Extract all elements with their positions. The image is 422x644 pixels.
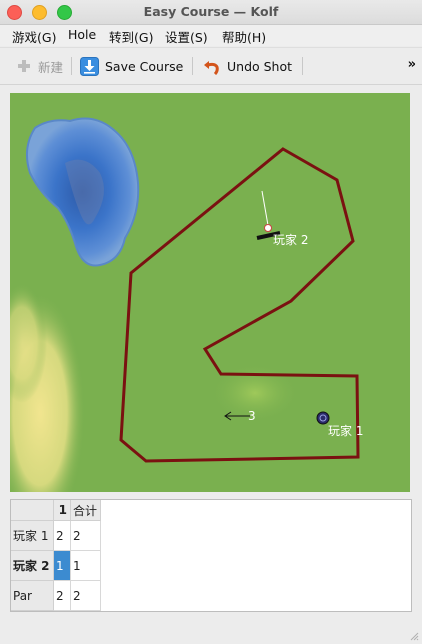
plus-icon <box>18 60 30 72</box>
score-table: 1 合计 玩家 1 2 2 玩家 2 1 1 Par 2 2 <box>10 499 412 612</box>
course-view[interactable]: 玩家 2 3 玩家 1 <box>10 93 410 492</box>
undo-shot-label: Undo Shot <box>227 58 293 74</box>
menu-bar: 游戏(G) Hole 转到(G) 设置(S) 帮助(H) <box>0 25 422 46</box>
new-button[interactable]: 新建 <box>16 55 63 77</box>
player-1-total[interactable]: 2 <box>71 521 101 551</box>
menu-go[interactable]: 转到(G) <box>109 27 153 46</box>
hole-1-header: 1 <box>54 500 71 521</box>
undo-shot-button[interactable]: Undo Shot <box>203 55 292 77</box>
toolbar-separator <box>71 57 72 75</box>
course-canvas: 玩家 2 3 玩家 1 <box>10 93 410 492</box>
total-header: 合计 <box>71 500 101 521</box>
player-2-total[interactable]: 1 <box>71 551 101 581</box>
title-bar: Easy Course — Kolf <box>0 0 422 25</box>
menu-settings[interactable]: 设置(S) <box>165 27 208 46</box>
download-icon <box>80 56 99 76</box>
player-2-hole-1-score[interactable]: 1 <box>54 551 71 581</box>
player-1-label: 玩家 1 <box>328 423 363 438</box>
par-row-header: Par <box>11 581 54 611</box>
save-course-button[interactable]: Save Course <box>80 55 183 77</box>
par-hole-1[interactable]: 2 <box>54 581 71 611</box>
player-2-label: 玩家 2 <box>273 232 308 247</box>
par-total[interactable]: 2 <box>71 581 101 611</box>
ball-player-2-icon <box>264 224 272 232</box>
menu-game[interactable]: 游戏(G) <box>12 27 56 46</box>
toolbar-separator <box>302 57 303 75</box>
undo-arrow-icon <box>204 61 219 75</box>
toolbar-separator <box>192 57 193 75</box>
score-corner-header <box>11 500 54 521</box>
resize-grip-icon[interactable] <box>409 631 419 641</box>
new-button-label: 新建 <box>38 59 64 75</box>
save-course-label: Save Course <box>105 58 184 74</box>
player-2-row-header: 玩家 2 <box>11 551 54 581</box>
menu-help[interactable]: 帮助(H) <box>222 27 266 46</box>
hole-number-label: 3 <box>248 409 256 423</box>
toolbar-overflow-button[interactable]: » <box>408 57 416 72</box>
menu-hole[interactable]: Hole <box>68 27 96 42</box>
cup-icon <box>316 411 330 425</box>
player-1-row-header: 玩家 1 <box>11 521 54 551</box>
toolbar: 新建 Save Course Undo Shot » <box>0 47 422 85</box>
window-title: Easy Course — Kolf <box>143 4 279 19</box>
player-1-hole-1-score[interactable]: 2 <box>54 521 71 551</box>
